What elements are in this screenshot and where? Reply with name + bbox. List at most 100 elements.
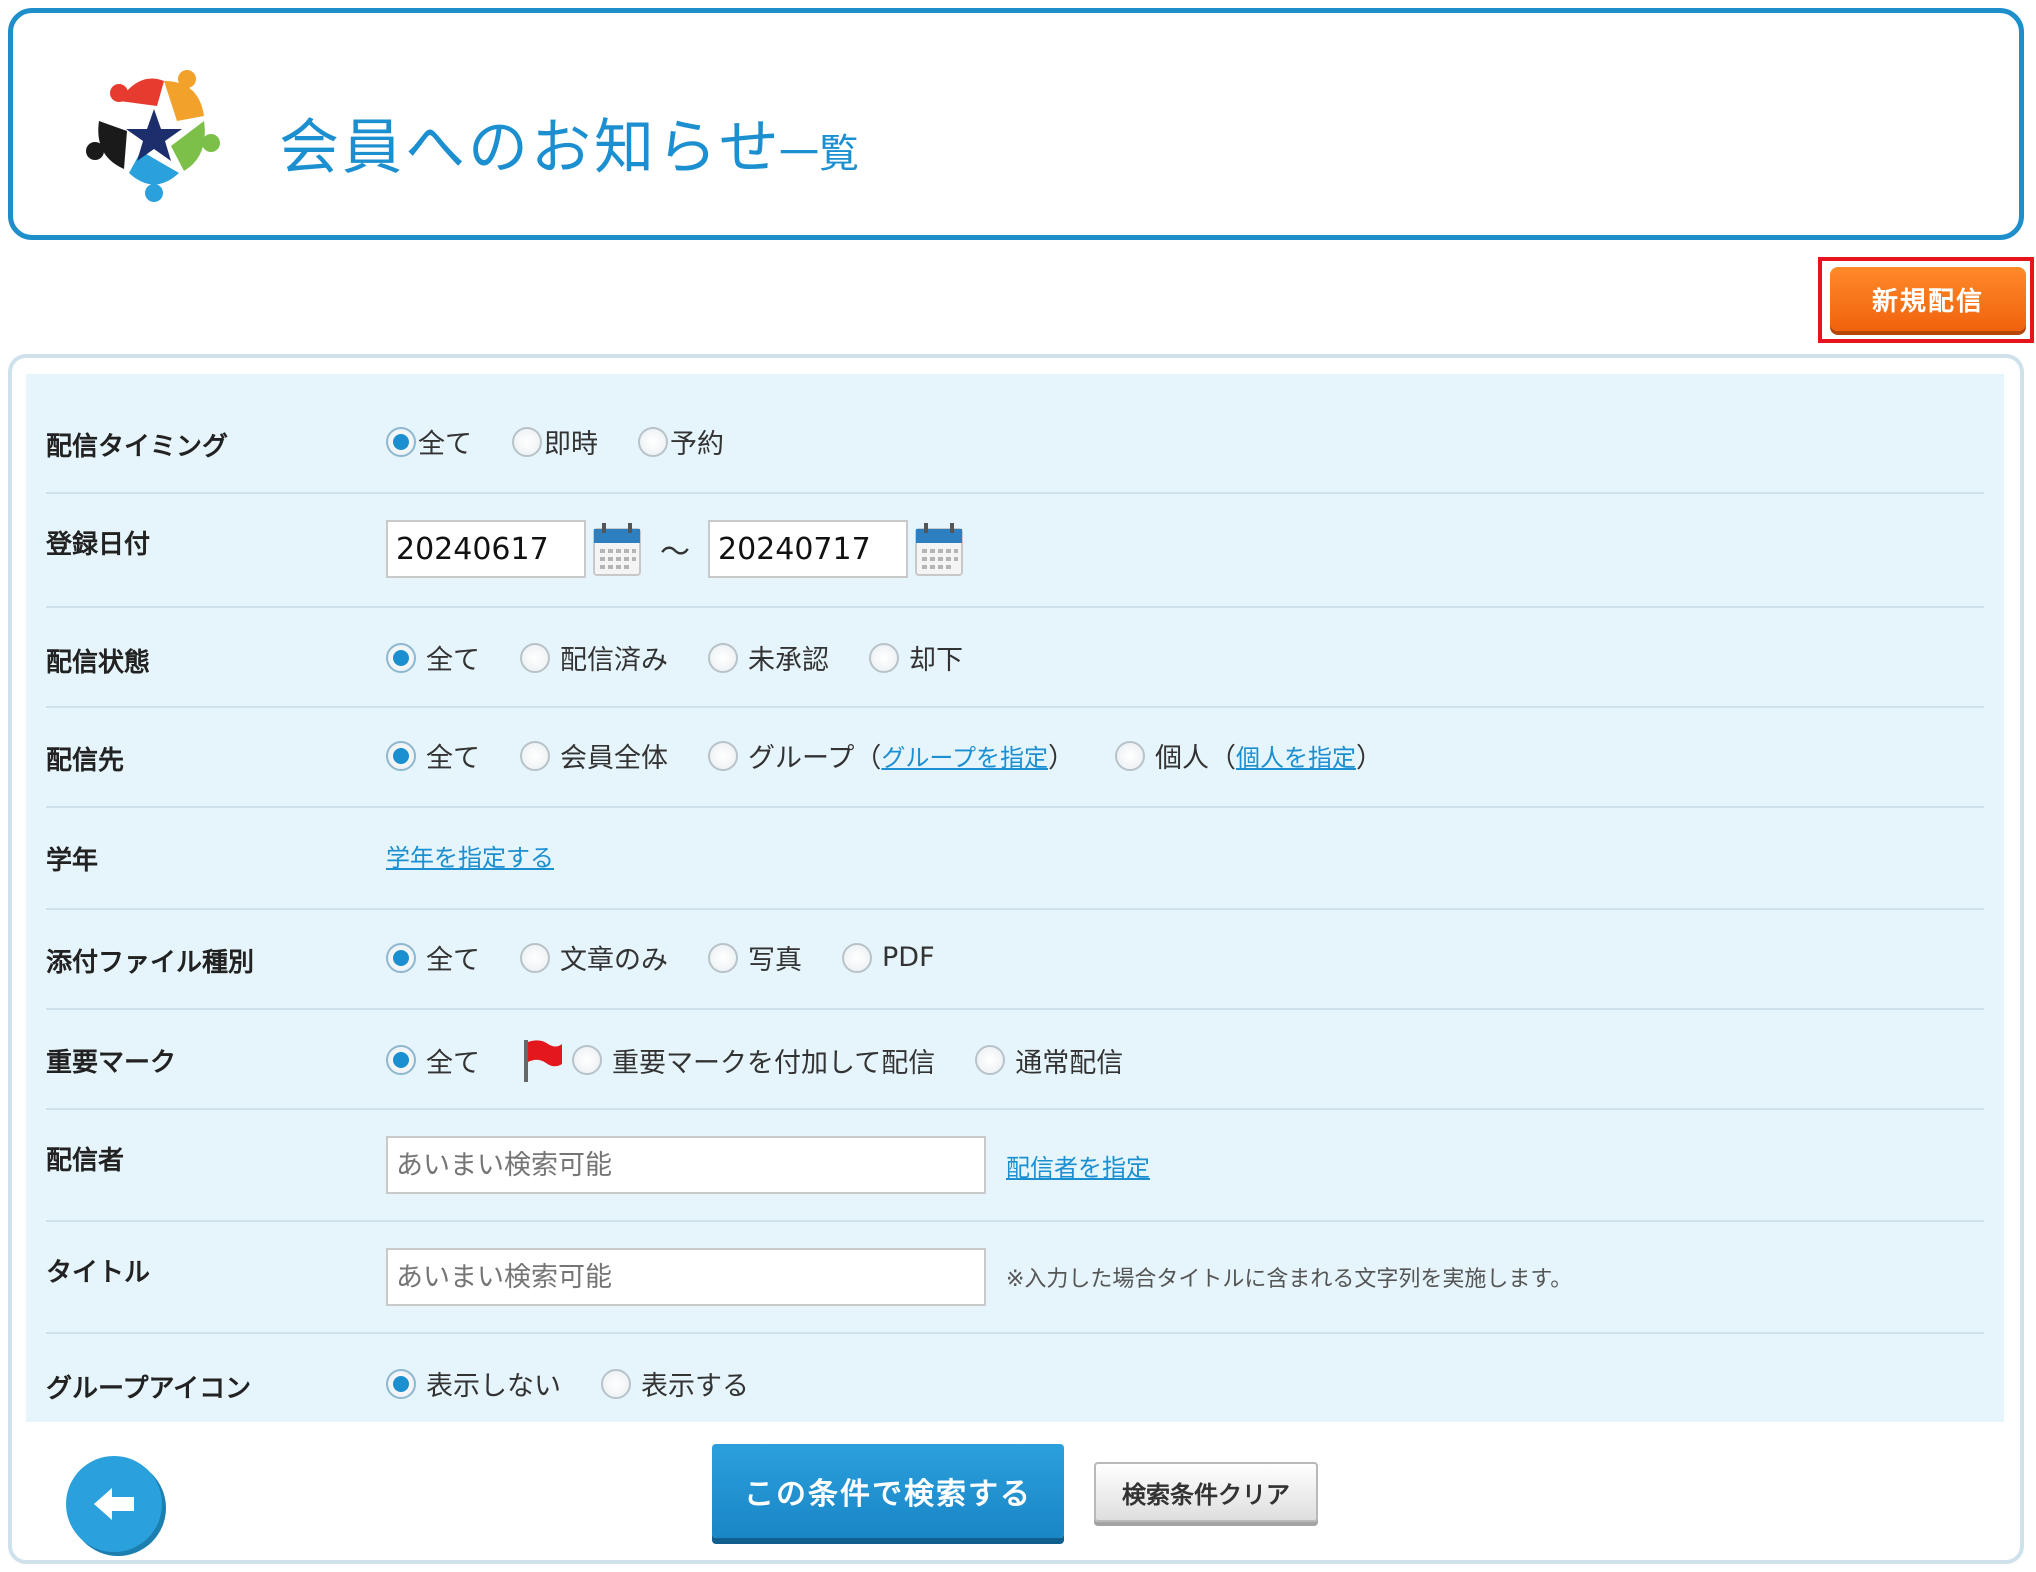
- reg-date-range: 20240617 ～ 20240717: [386, 520, 1984, 578]
- radio[interactable]: [869, 642, 899, 673]
- group-icon-option-label: 表示しない: [426, 1371, 561, 1402]
- specify-sender-link[interactable]: 配信者を指定: [1006, 1148, 1150, 1183]
- status-option-label: 却下: [909, 645, 963, 676]
- row-title: タイトル ※入力した場合タイトルに含まれる文字列を実施します。: [46, 1222, 1984, 1334]
- target-option-label: 全て: [426, 743, 480, 774]
- important-option-normal[interactable]: 通常配信: [975, 1041, 1123, 1080]
- attachment-option-text[interactable]: 文章のみ: [520, 938, 668, 977]
- radio[interactable]: [572, 1045, 602, 1075]
- timing-options: 全て 即時 予約: [386, 422, 1984, 461]
- row-status: 配信状態 全て 配信済み 未承認 却下: [46, 608, 1984, 708]
- title-label: タイトル: [46, 1258, 151, 1288]
- radio[interactable]: [708, 642, 738, 673]
- radio[interactable]: [708, 942, 738, 973]
- target-option-person[interactable]: 個人 （ 個人を指定 ）: [1114, 736, 1383, 775]
- target-label: 配信先: [46, 746, 125, 776]
- radio-checked[interactable]: [386, 1045, 416, 1075]
- status-option-label: 未承認: [748, 645, 829, 676]
- clear-conditions-button[interactable]: 検索条件クリア: [1094, 1462, 1318, 1522]
- row-attachment: 添付ファイル種別 全て 文章のみ 写真 PDF: [46, 910, 1984, 1010]
- radio-checked[interactable]: [386, 740, 416, 771]
- grade-content: 学年を指定する: [386, 838, 1984, 873]
- radio[interactable]: [842, 942, 872, 973]
- back-button[interactable]: [66, 1456, 162, 1552]
- specify-group-link[interactable]: グループを指定: [881, 738, 1048, 773]
- calendar-icon[interactable]: [914, 521, 964, 577]
- attachment-option-all[interactable]: 全て: [386, 938, 480, 977]
- date-from-input[interactable]: 20240617: [386, 520, 586, 578]
- title-content: ※入力した場合タイトルに含まれる文字列を実施します。: [386, 1248, 1984, 1306]
- important-options: 全て 重要マークを付加して配信 通常配信: [386, 1036, 1984, 1084]
- red-flag-icon: [524, 1040, 562, 1082]
- radio[interactable]: [520, 642, 550, 673]
- target-option-members[interactable]: 会員全体: [520, 736, 668, 775]
- attachment-option-label: PDF: [882, 942, 935, 973]
- sender-label: 配信者: [46, 1146, 125, 1176]
- radio-checked[interactable]: [386, 642, 416, 673]
- timing-option-immediate[interactable]: 即時: [512, 422, 598, 461]
- group-icon-label: グループアイコン: [46, 1374, 252, 1404]
- specify-grade-link[interactable]: 学年を指定する: [386, 838, 554, 873]
- timing-option-label: 全て: [418, 429, 472, 460]
- radio[interactable]: [520, 740, 550, 771]
- calendar-icon[interactable]: [592, 521, 642, 577]
- important-option-all[interactable]: 全て: [386, 1041, 480, 1080]
- row-target: 配信先 全て 会員全体 グループ （ グループを指定 ） 個人 （ 個人を指定 …: [46, 708, 1984, 808]
- target-option-label: 会員全体: [560, 743, 668, 774]
- status-option-all[interactable]: 全て: [386, 638, 480, 677]
- specify-person-link[interactable]: 個人を指定: [1236, 738, 1356, 773]
- row-group-icon: グループアイコン 表示しない 表示する: [46, 1334, 1984, 1422]
- radio-checked[interactable]: [386, 426, 416, 457]
- row-important: 重要マーク 全て 重要マークを付加して配信 通常配信: [46, 1010, 1984, 1110]
- page-header: 会員へのお知らせ 一覧: [8, 8, 2024, 240]
- paren-close: ）: [1047, 743, 1075, 774]
- title-note: ※入力した場合タイトルに含まれる文字列を実施します。: [1006, 1267, 1573, 1292]
- paren-open: （: [854, 743, 882, 774]
- radio[interactable]: [708, 740, 738, 771]
- radio[interactable]: [638, 426, 668, 457]
- timing-option-label: 即時: [544, 429, 598, 460]
- timing-option-all[interactable]: 全て: [386, 422, 472, 461]
- radio[interactable]: [1114, 740, 1145, 771]
- status-option-unapproved[interactable]: 未承認: [708, 638, 829, 677]
- group-icon-option-show[interactable]: 表示する: [601, 1364, 749, 1403]
- target-option-label: 個人: [1154, 743, 1209, 774]
- group-icon-options: 表示しない 表示する: [386, 1364, 1984, 1403]
- date-to-input[interactable]: 20240717: [708, 520, 908, 578]
- target-option-group[interactable]: グループ （ グループを指定 ）: [708, 736, 1075, 775]
- radio-checked[interactable]: [386, 942, 416, 973]
- timing-option-label: 予約: [670, 429, 724, 460]
- target-option-all[interactable]: 全て: [386, 736, 480, 775]
- attachment-options: 全て 文章のみ 写真 PDF: [386, 938, 1984, 977]
- status-option-delivered[interactable]: 配信済み: [520, 638, 668, 677]
- status-option-label: 全て: [426, 645, 480, 676]
- radio-checked[interactable]: [386, 1368, 416, 1399]
- title-search-input[interactable]: [386, 1248, 986, 1306]
- row-grade: 学年 学年を指定する: [46, 808, 1984, 910]
- attachment-option-photo[interactable]: 写真: [708, 938, 802, 977]
- target-option-label: グループ: [748, 743, 855, 774]
- radio[interactable]: [975, 1045, 1006, 1075]
- back-arrow-icon: [94, 1488, 134, 1520]
- radio[interactable]: [512, 426, 542, 457]
- important-option-label: 全て: [426, 1047, 480, 1079]
- search-panel: 配信タイミング 全て 即時 予約 登録日付 20240617 ～ 2024071…: [26, 374, 2004, 1422]
- paren-close: ）: [1355, 743, 1383, 774]
- row-reg-date: 登録日付 20240617 ～ 20240717: [46, 494, 1984, 608]
- radio[interactable]: [520, 942, 550, 973]
- status-label: 配信状態: [46, 648, 151, 678]
- radio[interactable]: [601, 1368, 631, 1399]
- important-option-marked[interactable]: 重要マークを付加して配信: [572, 1041, 935, 1080]
- group-icon-option-hide[interactable]: 表示しない: [386, 1364, 561, 1403]
- sender-search-input[interactable]: [386, 1136, 986, 1194]
- star-people-logo: [86, 70, 220, 202]
- target-options: 全て 会員全体 グループ （ グループを指定 ） 個人 （ 個人を指定 ）: [386, 736, 1984, 775]
- status-option-rejected[interactable]: 却下: [869, 638, 963, 677]
- important-option-label: 重要マークを付加して配信: [612, 1047, 936, 1079]
- timing-option-scheduled[interactable]: 予約: [638, 422, 724, 461]
- new-delivery-button[interactable]: 新規配信: [1830, 267, 2026, 331]
- row-timing: 配信タイミング 全て 即時 予約: [46, 374, 1984, 494]
- attachment-option-pdf[interactable]: PDF: [842, 942, 935, 973]
- search-button[interactable]: この条件で検索する: [712, 1444, 1064, 1538]
- paren-open: （: [1208, 743, 1236, 774]
